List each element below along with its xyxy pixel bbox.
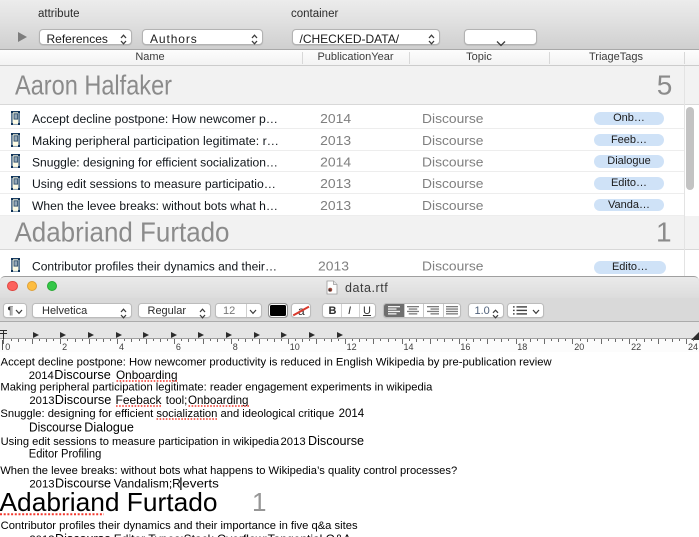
svg-text:2014: 2014 [339,408,365,420]
svg-text:2013: 2013 [320,176,351,191]
svg-text:Discourse: Discourse [422,155,484,170]
svg-text:Feeback: Feeback [116,393,163,407]
svg-text:Accept decline postpone: How n: Accept decline postpone: How newcomer p… [32,112,278,126]
svg-text:Making peripheral participatio: Making peripheral participation legitima… [32,134,279,148]
svg-text:Onboarding: Onboarding [116,368,178,382]
svg-text:Discourse: Discourse [422,258,484,273]
svg-text:2013: 2013 [318,258,349,273]
svg-text:Adabriand Furtado: Adabriand Furtado [15,217,230,248]
svg-text:2014: 2014 [320,155,351,170]
svg-text:Editor Profiling: Editor Profiling [29,449,102,461]
svg-text:Dialogue: Dialogue [84,421,134,435]
svg-text:1: 1 [656,217,672,248]
svg-text:2013: 2013 [281,436,306,448]
svg-text:2013: 2013 [29,395,54,407]
svg-text:Using edit sessions to measure: Using edit sessions to measure participa… [1,436,280,448]
svg-text:When the levee breaks: without: When the levee breaks: without bots what… [32,199,278,213]
svg-text:Discourse: Discourse [29,421,82,435]
svg-text:When the levee breaks: without: When the levee breaks: without bots what… [0,465,457,477]
svg-text:2014: 2014 [29,370,54,382]
svg-text:5: 5 [657,70,673,101]
svg-text:Accept decline postpone: How n: Accept decline postpone: How newcomer pr… [1,357,553,369]
svg-text:Onboarding: Onboarding [188,393,249,407]
svg-text:Discourse: Discourse [422,176,484,191]
svg-text:Using edit sessions to measure: Using edit sessions to measure participa… [32,177,276,191]
svg-text:Editor Types;Stack Overflow;Ta: Editor Types;Stack Overflow;Tangential Q… [114,532,351,537]
svg-text:Snuggle: designing for efficie: Snuggle: designing for efficient sociali… [32,156,278,170]
svg-text:Making peripheral participatio: Making peripheral participation legitima… [0,382,433,394]
svg-text:Discourse: Discourse [422,133,484,148]
svg-text:Contributor profiles their dyn: Contributor profiles their dynamics and … [32,259,277,273]
svg-text:2013: 2013 [320,198,351,213]
svg-text:Discourse: Discourse [54,368,111,382]
svg-text:tool;: tool; [166,393,188,407]
svg-text:Contributor profiles their dyn: Contributor profiles their dynamics and … [1,520,358,532]
svg-text:Aaron Halfaker: Aaron Halfaker [15,70,172,101]
svg-text:Discourse: Discourse [422,198,484,213]
svg-text:2013: 2013 [320,133,351,148]
svg-text:1: 1 [252,487,266,517]
svg-text:Discourse: Discourse [422,111,484,126]
svg-text:Discourse: Discourse [55,532,111,537]
svg-text:2014: 2014 [320,111,351,126]
svg-text:Discourse: Discourse [308,434,364,448]
svg-text:Discourse: Discourse [55,393,112,407]
svg-text:Adabriand Furtado: Adabriand Furtado [0,487,218,517]
